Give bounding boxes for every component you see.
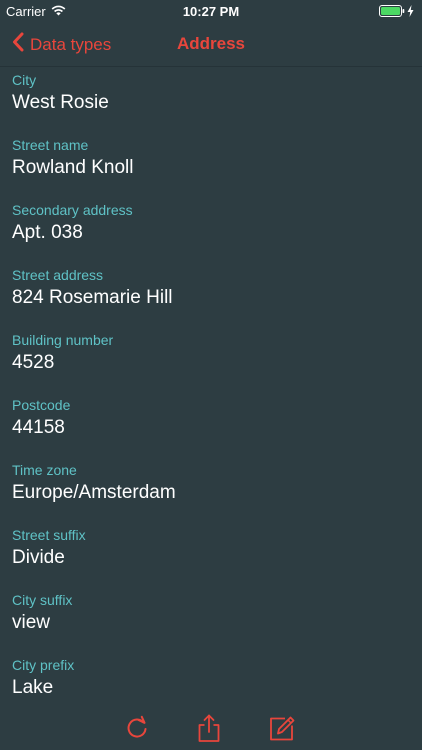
bottom-toolbar — [0, 706, 422, 750]
field-value: Lake — [12, 677, 54, 698]
field-value: view — [12, 612, 51, 633]
charging-icon — [407, 5, 414, 20]
status-time: 10:27 PM — [182, 4, 240, 19]
field-label: Secondary address — [12, 202, 133, 218]
field-value: Apt. 038 — [12, 222, 83, 243]
field-label: Street suffix — [12, 527, 86, 543]
page-title: Address — [176, 34, 246, 53]
field-city-suffix[interactable]: City suffix view — [12, 590, 410, 655]
field-value: Rowland Knoll — [12, 157, 134, 178]
share-icon — [195, 714, 223, 746]
field-time-zone[interactable]: Time zone Europe/Amsterdam — [12, 460, 410, 525]
field-value: Europe/Amsterdam — [12, 482, 176, 503]
field-label: City prefix — [12, 657, 75, 673]
field-list: City West Rosie Street name Rowland Knol… — [12, 70, 410, 720]
field-label: City — [12, 72, 37, 88]
refresh-icon — [123, 715, 151, 746]
field-label: City suffix — [12, 592, 73, 608]
field-secondary-address[interactable]: Secondary address Apt. 038 — [12, 200, 410, 265]
field-value: Divide — [12, 547, 65, 568]
field-label: Postcode — [12, 397, 71, 413]
edit-button[interactable] — [268, 714, 296, 742]
field-street-suffix[interactable]: Street suffix Divide — [12, 525, 410, 590]
field-label: Street name — [12, 137, 89, 153]
field-value: 4528 — [12, 352, 55, 373]
field-street-name[interactable]: Street name Rowland Knoll — [12, 135, 410, 200]
field-value: 44158 — [12, 417, 65, 438]
field-label: Time zone — [12, 462, 77, 478]
field-value: 824 Rosemarie Hill — [12, 287, 173, 308]
status-right — [379, 5, 414, 20]
field-label: Street address — [12, 267, 104, 283]
field-label: Building number — [12, 332, 114, 348]
battery-icon — [379, 5, 405, 20]
navigation-bar: Data types Address — [0, 22, 422, 67]
status-bar: Carrier 10:27 PM — [0, 0, 422, 22]
field-postcode[interactable]: Postcode 44158 — [12, 395, 410, 460]
field-street-address[interactable]: Street address 824 Rosemarie Hill — [12, 265, 410, 330]
edit-icon — [268, 716, 296, 746]
field-value: West Rosie — [12, 92, 109, 113]
share-button[interactable] — [195, 714, 223, 742]
field-building-number[interactable]: Building number 4528 — [12, 330, 410, 395]
refresh-button[interactable] — [123, 714, 151, 742]
field-city[interactable]: City West Rosie — [12, 70, 410, 135]
